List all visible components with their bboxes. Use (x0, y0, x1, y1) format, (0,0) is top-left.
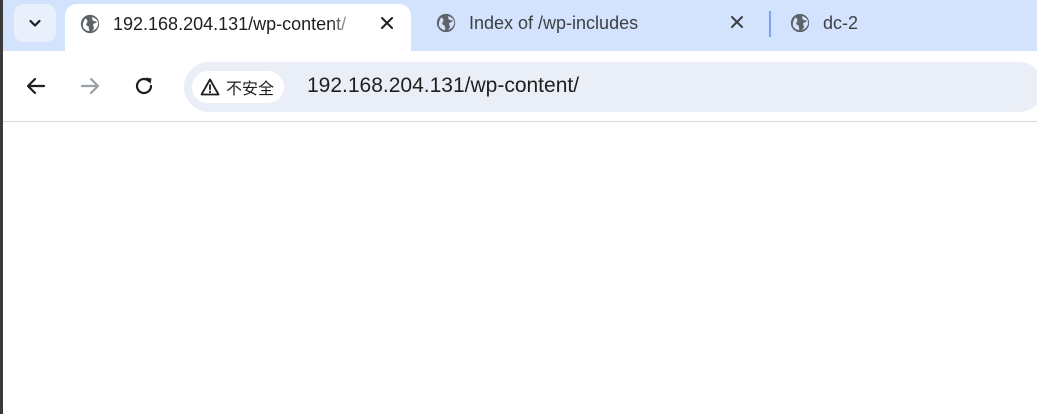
page-content (3, 122, 1037, 414)
close-icon (731, 16, 743, 28)
close-icon (381, 17, 393, 29)
tab-title: 192.168.204.131/wp-content/ (113, 14, 347, 34)
tab-title: dc-2 (823, 13, 859, 33)
security-chip[interactable]: 不安全 (192, 71, 285, 103)
tab-dc-2[interactable]: dc-2 (775, 0, 1037, 51)
tab-strip: 192.168.204.131/wp-content/ Index of /wp… (3, 0, 1037, 51)
browser-toolbar: 不安全 192.168.204.131/wp-content/ (3, 51, 1037, 121)
back-button[interactable] (18, 68, 54, 104)
globe-icon (436, 13, 456, 33)
browser-window: 192.168.204.131/wp-content/ Index of /wp… (0, 0, 1037, 414)
tab-title: Index of /wp-includes (469, 13, 639, 33)
globe-icon (80, 14, 100, 34)
globe-icon (790, 13, 810, 33)
reload-icon (135, 77, 153, 95)
reload-button[interactable] (126, 68, 162, 104)
tab-close-button[interactable] (376, 12, 398, 34)
security-label: 不安全 (226, 79, 275, 98)
warning-triangle-icon (200, 78, 220, 96)
tab-close-button[interactable] (726, 11, 748, 33)
arrow-right-icon (80, 77, 100, 95)
tab-index-wp-includes[interactable]: Index of /wp-includes (421, 0, 765, 51)
url-text[interactable]: 192.168.204.131/wp-content/ (307, 74, 579, 98)
tab-active[interactable]: 192.168.204.131/wp-content/ (65, 4, 411, 51)
chevron-down-icon (29, 19, 41, 27)
arrow-left-icon (26, 77, 46, 95)
tab-separator (769, 11, 771, 37)
tab-search-button[interactable] (14, 4, 56, 42)
forward-button[interactable] (72, 68, 108, 104)
address-bar[interactable]: 不安全 192.168.204.131/wp-content/ (184, 62, 1037, 112)
